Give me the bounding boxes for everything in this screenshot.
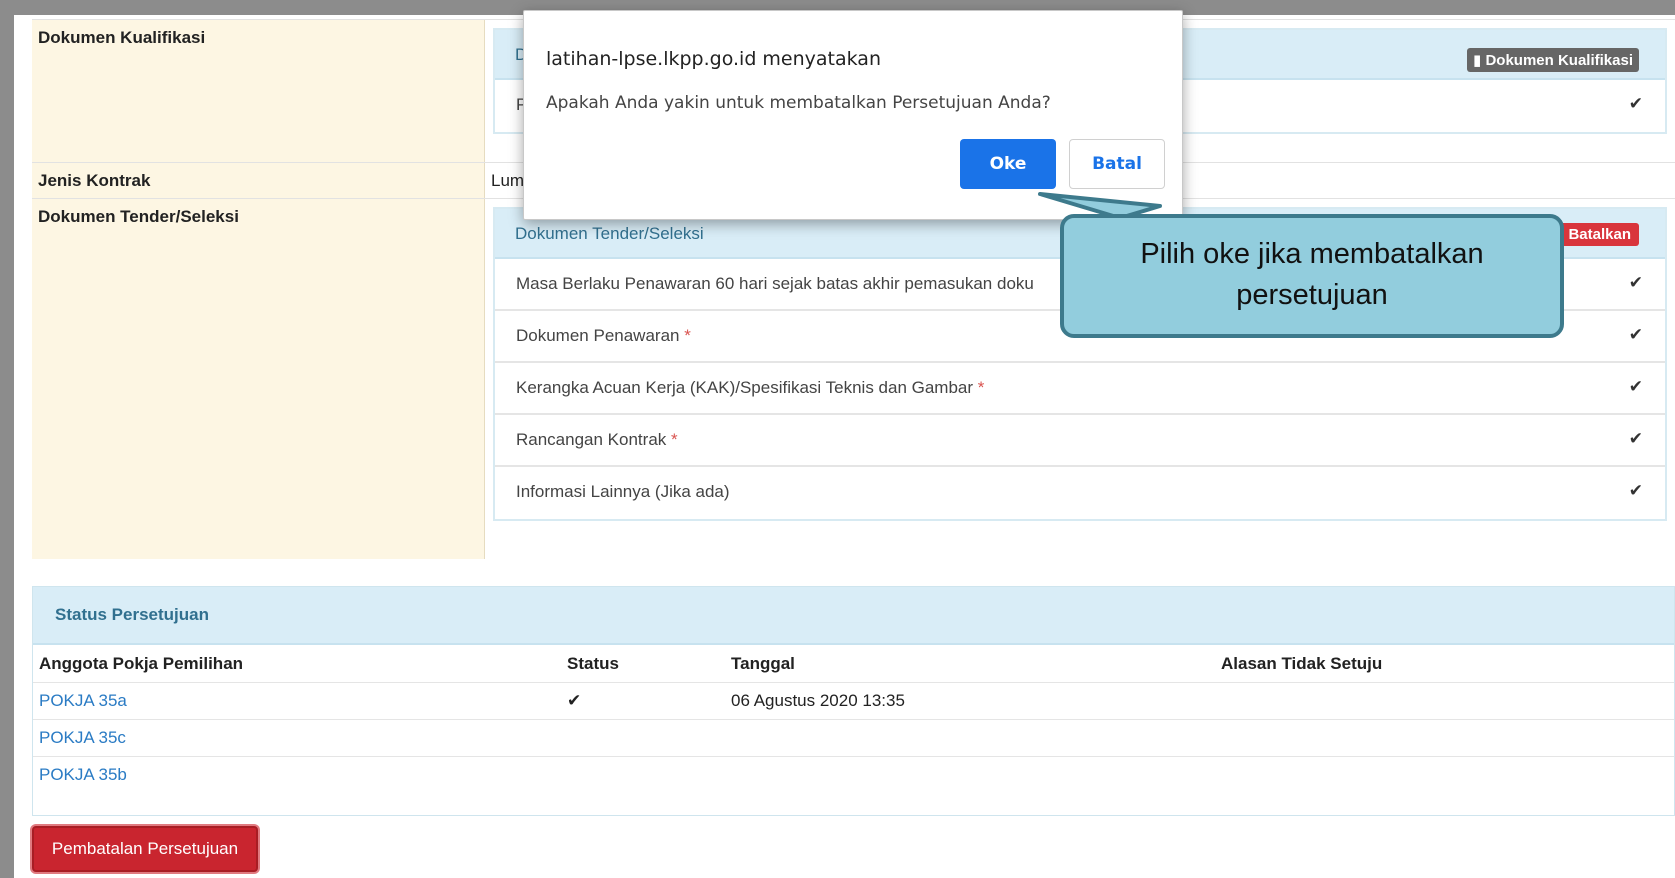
item-label: Rancangan Kontrak — [516, 430, 667, 449]
document-icon: ▮ — [1473, 52, 1486, 69]
window-frame-left — [0, 0, 14, 878]
dialog-message: Apakah Anda yakin untuk membatalkan Pers… — [546, 93, 1051, 113]
check-icon: ✔ — [1628, 377, 1643, 396]
check-icon: ✔ — [1628, 94, 1643, 113]
check-icon: ✔ — [567, 691, 582, 710]
table-row: POKJA 35c — [33, 719, 1674, 757]
date-cell: 06 Agustus 2020 13:35 — [731, 691, 905, 710]
dokumen-kualifikasi-badge[interactable]: ▮ Dokumen Kualifikasi — [1467, 48, 1639, 72]
cancel-button[interactable]: Batal — [1069, 139, 1165, 189]
check-icon: ✔ — [1628, 429, 1643, 448]
member-link[interactable]: POKJA 35a — [39, 691, 127, 711]
pembatalan-persetujuan-button[interactable]: Pembatalan Persetujuan — [32, 826, 258, 872]
required-marker: * — [977, 378, 985, 397]
card-title: Status Persetujuan — [33, 587, 1674, 645]
table-row: POKJA 35b — [33, 756, 1674, 793]
jenis-kontrak-value: Lum — [491, 171, 525, 190]
check-icon: ✔ — [1628, 273, 1643, 292]
callout-text: Pilih oke jika membatalkan persetujuan — [1140, 238, 1484, 311]
required-marker: * — [671, 430, 678, 449]
member-link[interactable]: POKJA 35b — [39, 765, 127, 785]
badge-label: Dokumen Kualifikasi — [1485, 52, 1633, 69]
instruction-callout: Pilih oke jika membatalkan persetujuan — [1060, 214, 1564, 338]
list-item: Rancangan Kontrak * ✔ — [495, 415, 1665, 467]
table-row: POKJA 35a ✔ 06 Agustus 2020 13:35 — [33, 682, 1674, 720]
row-label: Dokumen Tender/Seleksi — [32, 199, 485, 559]
member-link[interactable]: POKJA 35c — [39, 728, 126, 748]
item-label: Kerangka Acuan Kerja (KAK)/Spesifikasi T… — [516, 378, 974, 397]
column-header: Alasan Tidak Setuju — [1221, 654, 1383, 673]
item-label: Masa Berlaku Penawaran 60 hari sejak bat… — [516, 274, 1034, 293]
check-icon: ✔ — [1628, 481, 1643, 500]
column-header: Anggota Pokja Pemilihan — [39, 654, 244, 673]
row-label: Dokumen Kualifikasi — [32, 20, 485, 163]
panel-title: Dokumen Tender/Seleksi — [515, 224, 704, 243]
row-label: Jenis Kontrak — [32, 163, 485, 199]
table-header-row: Anggota Pokja Pemilihan Status Tanggal A… — [33, 645, 1674, 683]
dialog-title: latihan-lpse.lkpp.go.id menyatakan — [546, 48, 881, 70]
list-item: Kerangka Acuan Kerja (KAK)/Spesifikasi T… — [495, 363, 1665, 415]
ok-button[interactable]: Oke — [960, 139, 1056, 189]
status-persetujuan-card: Status Persetujuan Anggota Pokja Pemilih… — [32, 586, 1675, 816]
check-icon: ✔ — [1628, 325, 1643, 344]
confirm-dialog: latihan-lpse.lkpp.go.id menyatakan Apaka… — [523, 10, 1183, 220]
item-label: Informasi Lainnya (Jika ada) — [516, 482, 730, 501]
column-header: Status — [567, 654, 619, 673]
item-label: Dokumen Penawaran — [516, 326, 680, 345]
list-item: Informasi Lainnya (Jika ada) ✔ — [495, 467, 1665, 519]
column-header: Tanggal — [731, 654, 795, 673]
batalkan-badge[interactable]: Batalkan — [1560, 223, 1639, 246]
required-marker: * — [684, 326, 691, 345]
